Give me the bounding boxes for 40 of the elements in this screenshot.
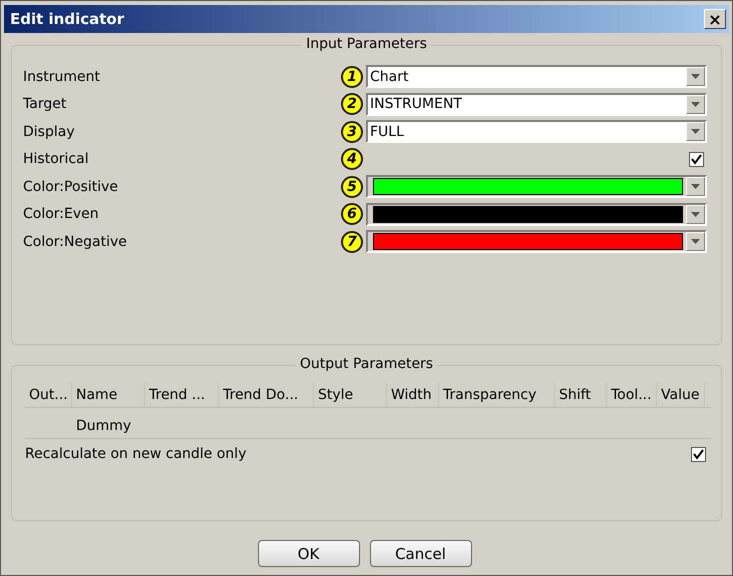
column-header[interactable]: Style (314, 383, 387, 407)
column-header[interactable]: Transparency (439, 383, 555, 407)
column-header[interactable]: Value (657, 383, 705, 407)
parameter-label: Instrument (23, 68, 102, 85)
dialog-button[interactable]: Cancel (370, 540, 472, 567)
checkbox[interactable] (691, 446, 706, 462)
number-badge: 4 (341, 148, 363, 170)
color-picker[interactable] (366, 230, 707, 254)
number-badge: 1 (341, 66, 363, 88)
window-title: Edit indicator (10, 10, 124, 28)
dialog-button[interactable]: OK (258, 540, 360, 567)
number-badge: 5 (341, 176, 363, 198)
group-title: Output Parameters (296, 356, 438, 372)
parameter-label: Color:Even (23, 206, 100, 222)
column-header[interactable]: Trend Do... (219, 383, 314, 407)
number-badge: 3 (341, 120, 363, 143)
column-header[interactable]: Trend ... (145, 383, 219, 407)
dropdown-field[interactable]: Chart (366, 65, 707, 88)
close-button[interactable]: × (704, 9, 726, 29)
parameter-label: Color:Positive (23, 178, 119, 195)
color-picker[interactable] (366, 175, 707, 198)
group-title: Input Parameters (302, 36, 431, 52)
column-header[interactable]: Shift (555, 383, 607, 407)
parameter-label: Target (23, 96, 68, 112)
number-badge: 6 (341, 203, 363, 226)
parameter-label: Display (23, 124, 76, 140)
dropdown-field[interactable]: INSTRUMENT (366, 92, 707, 116)
column-header[interactable]: Name (72, 383, 145, 407)
parameter-label: Color:Negative (23, 234, 128, 250)
number-badge: 7 (341, 230, 363, 253)
column-header[interactable]: Width (387, 383, 439, 407)
option-label: Recalculate on new candle only (25, 446, 246, 462)
column-header[interactable]: Out... (25, 383, 72, 407)
parameter-label: Historical (23, 151, 90, 168)
dropdown-field[interactable]: FULL (366, 120, 707, 144)
checkbox[interactable] (689, 152, 704, 167)
color-picker[interactable] (366, 202, 707, 226)
number-badge: 2 (341, 93, 363, 116)
column-header[interactable]: Tool... (607, 383, 657, 407)
table-cell: Dummy (76, 418, 132, 434)
